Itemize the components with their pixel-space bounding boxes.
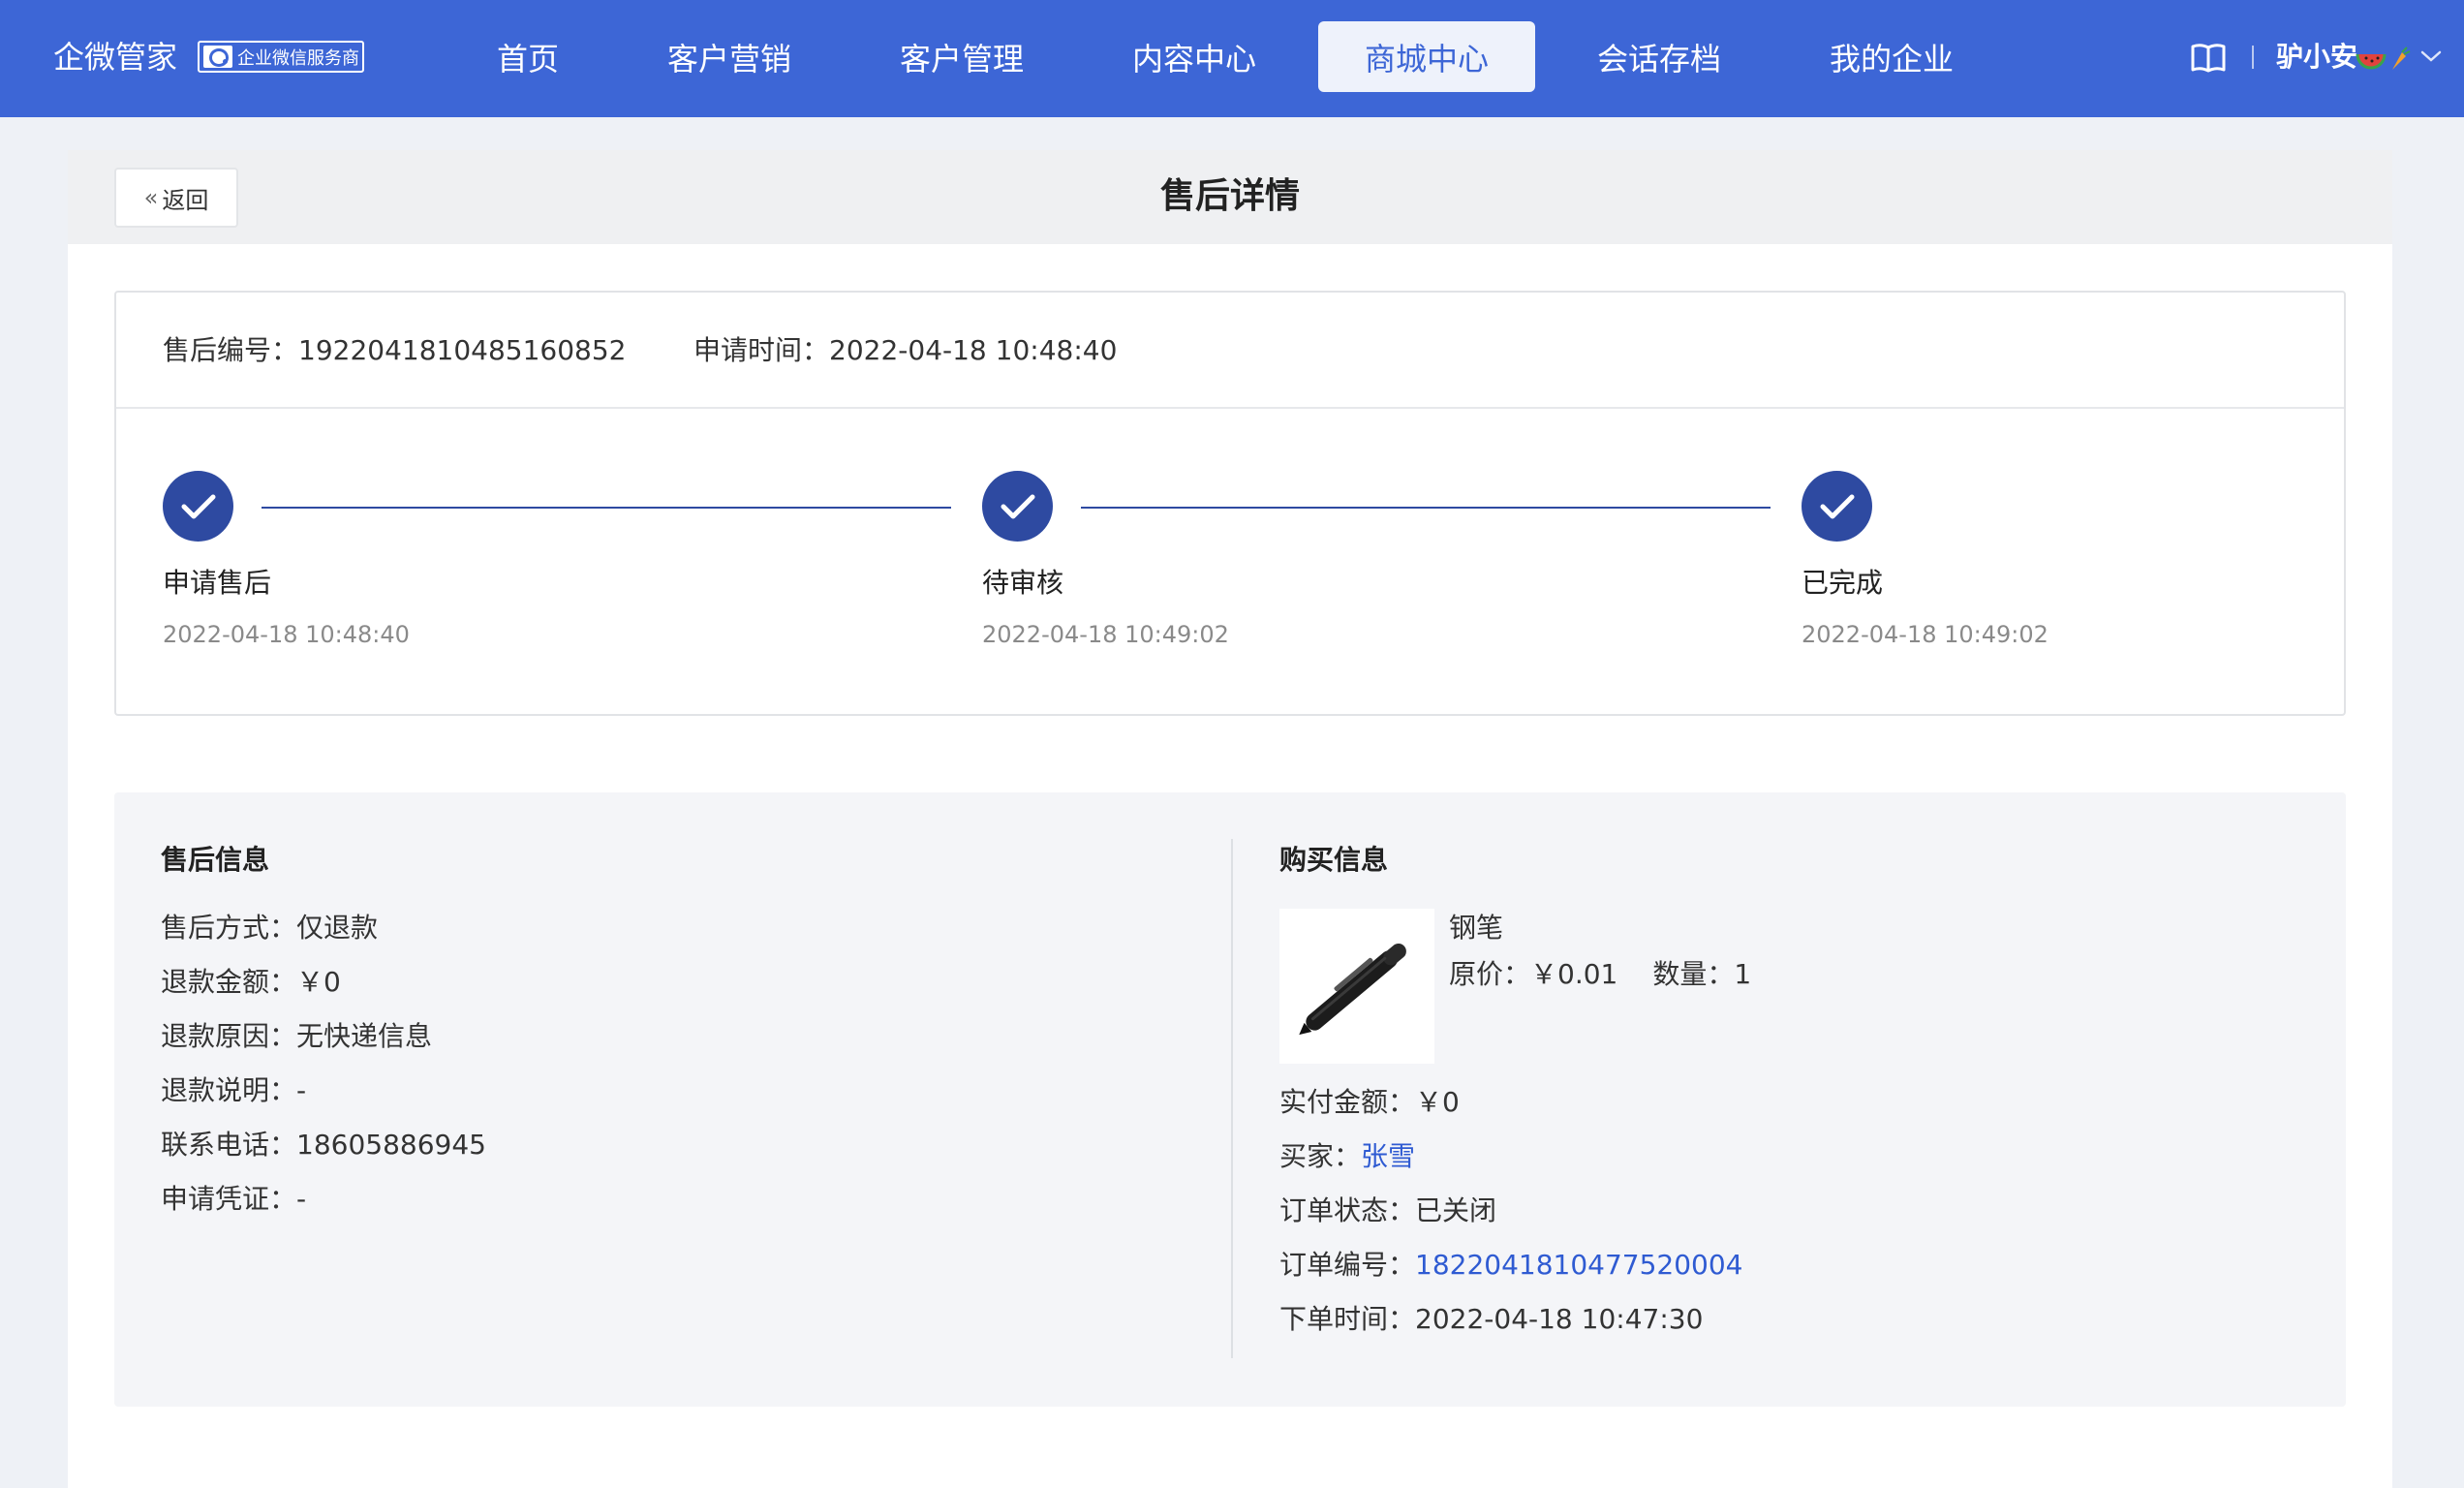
field-value: 仅退款 [296,912,379,944]
order-time: 下单时间：2022-04-18 10:47:30 [1279,1300,1703,1339]
buyer-link[interactable]: 张雪 [1361,1140,1415,1172]
price-value: ￥0.01 [1530,958,1618,990]
field-value: 18605886945 [296,1129,486,1161]
field-label: 退款说明： [161,1074,297,1106]
step-2-time: 2022-04-18 10:49:02 [982,621,1229,648]
nav-label: 客户管理 [899,40,1024,78]
nav-label: 客户营销 [666,40,791,78]
nav-label: 商城中心 [1364,40,1489,78]
field-label: 下单时间： [1279,1303,1416,1335]
field-label: 实付金额： [1279,1086,1416,1118]
aftersale-number-value: 1922041810485160852 [298,334,627,366]
apply-time-label: 申请时间： [693,334,830,366]
paid-amount: 实付金额：￥0 [1279,1083,1460,1122]
pen-icon [1299,944,1406,1036]
nav-label: 我的企业 [1829,40,1954,78]
aftersale-info-title: 售后信息 [161,844,270,876]
order-status: 订单状态：已关闭 [1279,1192,1496,1230]
product-name: 钢笔 [1449,912,1504,944]
apply-time-value: 2022-04-18 10:48:40 [829,334,1118,366]
step-1-title: 申请售后 [163,567,272,599]
badge-label: 企业微信服务商 [237,47,359,69]
book-icon[interactable] [2191,43,2226,74]
step-1-time: 2022-04-18 10:48:40 [163,621,410,648]
back-button[interactable]: « 返回 [114,168,238,228]
nav-label: 会话存档 [1596,40,1721,78]
product-price-qty: 原价：￥0.01 数量：1 [1449,955,1751,994]
field-value: 2022-04-18 10:47:30 [1415,1303,1704,1335]
status-card: 售后编号：1922041810485160852 申请时间：2022-04-18… [114,291,2346,716]
step-3-title: 已完成 [1802,567,1884,599]
page-header: 售后详情 « 返回 [68,150,2392,244]
field-label: 退款原因： [161,1020,297,1052]
aftersale-number: 售后编号：1922041810485160852 [163,331,627,370]
qty-label: 数量： [1652,958,1735,990]
field-value: ￥0 [296,966,341,998]
nav-content-center[interactable]: 内容中心 [1086,21,1303,92]
back-label: 返回 [162,186,209,214]
field-label: 买家： [1279,1140,1362,1172]
field-label: 联系电话： [161,1129,297,1161]
refund-amount: 退款金额：￥0 [161,963,341,1002]
chevron-down-icon[interactable] [2419,48,2443,64]
nav-label: 内容中心 [1131,40,1256,78]
field-label: 退款金额： [161,966,297,998]
product-image[interactable] [1279,909,1434,1064]
order-meta-row: 售后编号：1922041810485160852 申请时间：2022-04-18… [116,293,2344,409]
step-3-time: 2022-04-18 10:49:02 [1802,621,2048,648]
fruit-emoji-icon [2356,46,2411,70]
step-3-check-icon [1802,471,1872,542]
field-label: 申请凭证： [161,1183,297,1215]
step-1-check-icon [163,471,233,542]
service-provider-badge: 企业微信服务商 [198,41,364,73]
nav-customer-marketing[interactable]: 客户营销 [621,21,838,92]
field-value: ￥0 [1415,1086,1460,1118]
refund-description: 退款说明：- [161,1071,306,1110]
double-chevron-left-icon: « [143,184,159,211]
field-label: 订单编号： [1279,1249,1416,1281]
page-title: 售后详情 [1159,176,1300,216]
nav-label: 首页 [496,40,559,78]
step-2-check-icon [982,471,1053,542]
nav-chat-archive[interactable]: 会话存档 [1551,21,1768,92]
aftersale-number-label: 售后编号： [163,334,299,366]
top-navigation-bar: 企微管家 企业微信服务商 首页 客户营销 客户管理 内容中心 商城中心 会话存档… [0,0,2464,117]
nav-customer-management[interactable]: 客户管理 [853,21,1070,92]
info-divider [1231,839,1233,1358]
apply-proof: 申请凭证：- [161,1180,306,1219]
purchase-info-title: 购买信息 [1279,844,1389,876]
nav-separator [2252,46,2254,69]
nav-home[interactable]: 首页 [419,21,636,92]
contact-phone: 联系电话：18605886945 [161,1126,486,1164]
order-number-link[interactable]: 1822041810477520004 [1415,1249,1742,1281]
order-number: 订单编号：1822041810477520004 [1279,1246,1743,1285]
field-value: 已关闭 [1415,1194,1497,1226]
field-value: - [296,1183,307,1215]
field-label: 订单状态： [1279,1194,1416,1226]
step-connector-2 [1081,507,1771,509]
brand-name[interactable]: 企微管家 [53,35,177,79]
wecom-logo-icon [203,46,232,68]
field-value: 无快递信息 [296,1020,433,1052]
apply-time: 申请时间：2022-04-18 10:48:40 [693,331,1117,370]
user-name[interactable]: 驴小安 [2276,37,2357,78]
qty-value: 1 [1734,958,1752,990]
nav-mall-center[interactable]: 商城中心 [1318,21,1535,92]
refund-reason: 退款原因：无快递信息 [161,1017,432,1056]
field-label: 售后方式： [161,912,297,944]
buyer: 买家：张雪 [1279,1137,1415,1176]
price-label: 原价： [1449,958,1531,990]
info-panel: 售后信息 售后方式：仅退款 退款金额：￥0 退款原因：无快递信息 退款说明：- … [114,792,2346,1407]
step-connector-1 [262,507,951,509]
aftersale-method: 售后方式：仅退款 [161,909,378,947]
nav-my-enterprise[interactable]: 我的企业 [1783,21,2000,92]
step-2-title: 待审核 [982,567,1064,599]
field-value: - [296,1074,307,1106]
